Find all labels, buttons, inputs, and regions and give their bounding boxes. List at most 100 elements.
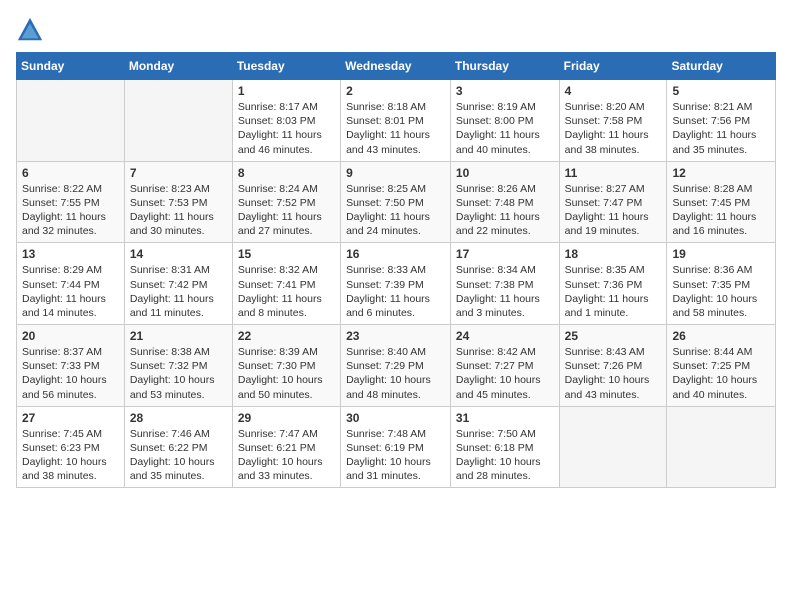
day-number: 18 xyxy=(565,247,662,261)
day-number: 15 xyxy=(238,247,335,261)
header-day-saturday: Saturday xyxy=(667,53,776,80)
day-number: 11 xyxy=(565,166,662,180)
calendar-cell: 10 Sunrise: 8:26 AMSunset: 7:48 PMDayligh… xyxy=(450,161,559,243)
calendar-cell xyxy=(17,80,125,162)
calendar-cell: 15 Sunrise: 8:32 AMSunset: 7:41 PMDayligh… xyxy=(232,243,340,325)
calendar-cell: 14 Sunrise: 8:31 AMSunset: 7:42 PMDayligh… xyxy=(124,243,232,325)
day-info: Sunrise: 8:39 AMSunset: 7:30 PMDaylight:… xyxy=(238,345,335,402)
day-number: 29 xyxy=(238,411,335,425)
day-info: Sunrise: 8:35 AMSunset: 7:36 PMDaylight:… xyxy=(565,263,662,320)
calendar-week-5: 27Sunrise: 7:45 AMSunset: 6:23 PMDayligh… xyxy=(17,406,776,488)
day-info: Sunrise: 7:50 AMSunset: 6:18 PMDaylight:… xyxy=(456,427,554,484)
calendar-cell: 4 Sunrise: 8:20 AMSunset: 7:58 PMDaylight… xyxy=(559,80,667,162)
day-info: Sunrise: 8:28 AMSunset: 7:45 PMDaylight:… xyxy=(672,182,770,239)
day-number: 31 xyxy=(456,411,554,425)
calendar-cell xyxy=(559,406,667,488)
day-number: 26 xyxy=(672,329,770,343)
calendar-cell: 20 Sunrise: 8:37 AMSunset: 7:33 PMDayligh… xyxy=(17,325,125,407)
day-info: Sunrise: 8:33 AMSunset: 7:39 PMDaylight:… xyxy=(346,263,445,320)
day-number: 10 xyxy=(456,166,554,180)
calendar-cell: 21Sunrise: 8:38 AMSunset: 7:32 PMDayligh… xyxy=(124,325,232,407)
day-info: Sunrise: 7:47 AMSunset: 6:21 PMDaylight:… xyxy=(238,427,335,484)
day-number: 28 xyxy=(130,411,227,425)
calendar-cell xyxy=(124,80,232,162)
calendar-cell: 28 Sunrise: 7:46 AMSunset: 6:22 PMDayligh… xyxy=(124,406,232,488)
header-day-sunday: Sunday xyxy=(17,53,125,80)
header-day-tuesday: Tuesday xyxy=(232,53,340,80)
day-number: 23 xyxy=(346,329,445,343)
day-info: Sunrise: 8:38 AMSunset: 7:32 PMDaylight:… xyxy=(130,345,227,402)
day-number: 9 xyxy=(346,166,445,180)
day-info: Sunrise: 8:32 AMSunset: 7:41 PMDaylight:… xyxy=(238,263,335,320)
day-number: 1 xyxy=(238,84,335,98)
calendar-week-3: 13 Sunrise: 8:29 AMSunset: 7:44 PMDayligh… xyxy=(17,243,776,325)
calendar-cell: 1Sunrise: 8:17 AMSunset: 8:03 PMDaylight… xyxy=(232,80,340,162)
day-info: Sunrise: 8:27 AMSunset: 7:47 PMDaylight:… xyxy=(565,182,662,239)
day-number: 2 xyxy=(346,84,445,98)
day-number: 20 xyxy=(22,329,119,343)
logo xyxy=(16,16,48,44)
calendar-cell: 2 Sunrise: 8:18 AMSunset: 8:01 PMDaylight… xyxy=(341,80,451,162)
calendar-cell: 3 Sunrise: 8:19 AMSunset: 8:00 PMDaylight… xyxy=(450,80,559,162)
calendar-cell: 29 Sunrise: 7:47 AMSunset: 6:21 PMDayligh… xyxy=(232,406,340,488)
day-number: 12 xyxy=(672,166,770,180)
day-info: Sunrise: 8:43 AMSunset: 7:26 PMDaylight:… xyxy=(565,345,662,402)
day-info: Sunrise: 8:23 AMSunset: 7:53 PMDaylight:… xyxy=(130,182,227,239)
day-info: Sunrise: 8:29 AMSunset: 7:44 PMDaylight:… xyxy=(22,263,119,320)
day-number: 24 xyxy=(456,329,554,343)
calendar-cell xyxy=(667,406,776,488)
calendar-cell: 11 Sunrise: 8:27 AMSunset: 7:47 PMDayligh… xyxy=(559,161,667,243)
calendar-cell: 17 Sunrise: 8:34 AMSunset: 7:38 PMDayligh… xyxy=(450,243,559,325)
day-number: 17 xyxy=(456,247,554,261)
calendar-cell: 26 Sunrise: 8:44 AMSunset: 7:25 PMDayligh… xyxy=(667,325,776,407)
calendar-body: 1Sunrise: 8:17 AMSunset: 8:03 PMDaylight… xyxy=(17,80,776,488)
calendar-cell: 31 Sunrise: 7:50 AMSunset: 6:18 PMDayligh… xyxy=(450,406,559,488)
day-number: 7 xyxy=(130,166,227,180)
day-info: Sunrise: 7:45 AMSunset: 6:23 PMDaylight:… xyxy=(22,427,119,484)
calendar-cell: 5Sunrise: 8:21 AMSunset: 7:56 PMDaylight… xyxy=(667,80,776,162)
header-day-friday: Friday xyxy=(559,53,667,80)
day-info: Sunrise: 8:19 AMSunset: 8:00 PMDaylight:… xyxy=(456,100,554,157)
day-number: 16 xyxy=(346,247,445,261)
day-info: Sunrise: 7:46 AMSunset: 6:22 PMDaylight:… xyxy=(130,427,227,484)
day-number: 30 xyxy=(346,411,445,425)
calendar-header: SundayMondayTuesdayWednesdayThursdayFrid… xyxy=(17,53,776,80)
logo-icon xyxy=(16,16,44,44)
calendar-cell: 25 Sunrise: 8:43 AMSunset: 7:26 PMDayligh… xyxy=(559,325,667,407)
day-info: Sunrise: 8:36 AMSunset: 7:35 PMDaylight:… xyxy=(672,263,770,320)
day-number: 13 xyxy=(22,247,119,261)
calendar-cell: 16 Sunrise: 8:33 AMSunset: 7:39 PMDayligh… xyxy=(341,243,451,325)
calendar-cell: 23 Sunrise: 8:40 AMSunset: 7:29 PMDayligh… xyxy=(341,325,451,407)
day-info: Sunrise: 8:18 AMSunset: 8:01 PMDaylight:… xyxy=(346,100,445,157)
calendar-cell: 19 Sunrise: 8:36 AMSunset: 7:35 PMDayligh… xyxy=(667,243,776,325)
day-info: Sunrise: 8:42 AMSunset: 7:27 PMDaylight:… xyxy=(456,345,554,402)
day-number: 8 xyxy=(238,166,335,180)
calendar-cell: 18 Sunrise: 8:35 AMSunset: 7:36 PMDayligh… xyxy=(559,243,667,325)
calendar-cell: 24 Sunrise: 8:42 AMSunset: 7:27 PMDayligh… xyxy=(450,325,559,407)
day-number: 14 xyxy=(130,247,227,261)
day-info: Sunrise: 8:37 AMSunset: 7:33 PMDaylight:… xyxy=(22,345,119,402)
header-row: SundayMondayTuesdayWednesdayThursdayFrid… xyxy=(17,53,776,80)
day-number: 25 xyxy=(565,329,662,343)
calendar-cell: 9Sunrise: 8:25 AMSunset: 7:50 PMDaylight… xyxy=(341,161,451,243)
day-number: 3 xyxy=(456,84,554,98)
day-info: Sunrise: 8:20 AMSunset: 7:58 PMDaylight:… xyxy=(565,100,662,157)
day-info: Sunrise: 8:34 AMSunset: 7:38 PMDaylight:… xyxy=(456,263,554,320)
day-info: Sunrise: 8:40 AMSunset: 7:29 PMDaylight:… xyxy=(346,345,445,402)
calendar-cell: 8 Sunrise: 8:24 AMSunset: 7:52 PMDaylight… xyxy=(232,161,340,243)
day-number: 4 xyxy=(565,84,662,98)
calendar-cell: 30 Sunrise: 7:48 AMSunset: 6:19 PMDayligh… xyxy=(341,406,451,488)
day-number: 6 xyxy=(22,166,119,180)
calendar-week-2: 6Sunrise: 8:22 AMSunset: 7:55 PMDaylight… xyxy=(17,161,776,243)
day-info: Sunrise: 8:24 AMSunset: 7:52 PMDaylight:… xyxy=(238,182,335,239)
calendar-cell: 12 Sunrise: 8:28 AMSunset: 7:45 PMDayligh… xyxy=(667,161,776,243)
calendar-cell: 13 Sunrise: 8:29 AMSunset: 7:44 PMDayligh… xyxy=(17,243,125,325)
day-info: Sunrise: 8:31 AMSunset: 7:42 PMDaylight:… xyxy=(130,263,227,320)
day-info: Sunrise: 8:44 AMSunset: 7:25 PMDaylight:… xyxy=(672,345,770,402)
day-info: Sunrise: 8:26 AMSunset: 7:48 PMDaylight:… xyxy=(456,182,554,239)
calendar-cell: 22Sunrise: 8:39 AMSunset: 7:30 PMDayligh… xyxy=(232,325,340,407)
day-number: 19 xyxy=(672,247,770,261)
calendar-cell: 27Sunrise: 7:45 AMSunset: 6:23 PMDayligh… xyxy=(17,406,125,488)
day-info: Sunrise: 7:48 AMSunset: 6:19 PMDaylight:… xyxy=(346,427,445,484)
calendar-table: SundayMondayTuesdayWednesdayThursdayFrid… xyxy=(16,52,776,488)
